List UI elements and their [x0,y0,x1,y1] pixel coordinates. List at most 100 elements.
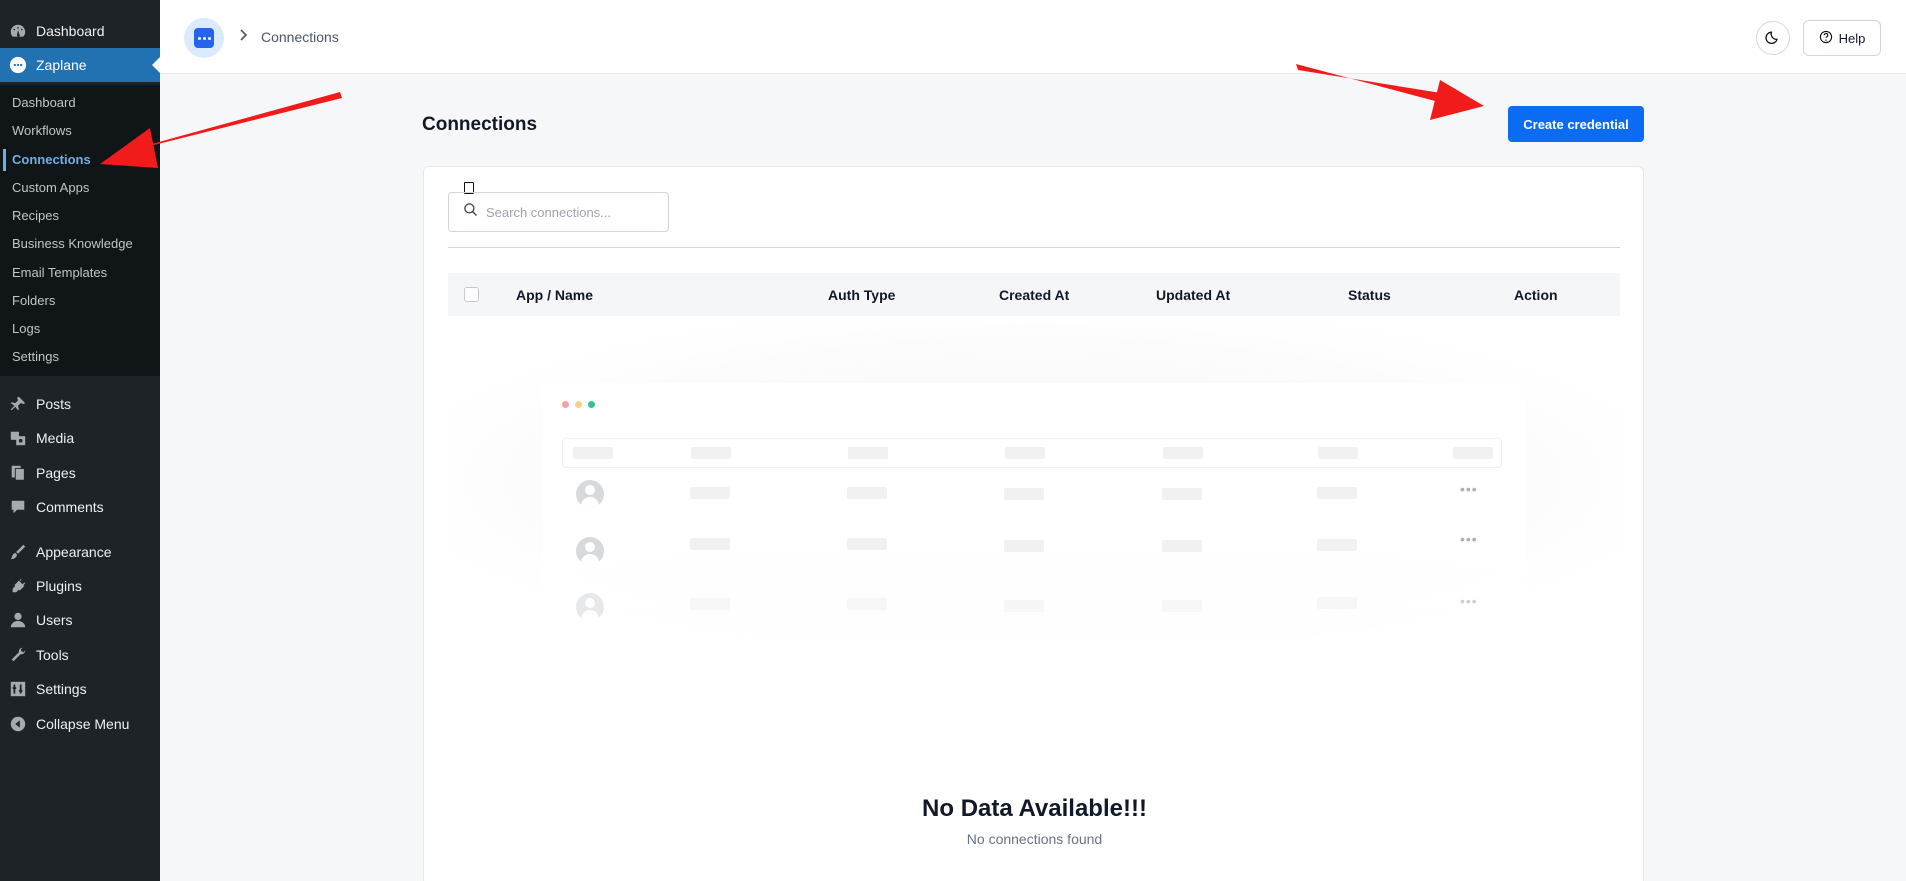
placeholder-bar [1004,488,1044,500]
help-circle-icon [1819,30,1833,47]
select-all-checkbox[interactable] [464,287,479,302]
admin-sidebar: Dashboard Zaplane Dashboard Workflows Co… [0,0,160,881]
placeholder-bar [1004,600,1044,612]
window-dot-green [588,401,595,408]
sidebar-item-media[interactable]: Media [0,421,160,455]
empty-state-subtitle: No connections found [966,831,1103,847]
sidebar-item-label: Users [36,612,73,628]
sidebar-item-label: Media [36,430,75,446]
sidebar-item-label: Comments [36,499,104,515]
mock-table: ••• ••• ••• [542,383,1526,643]
placeholder-bar [1317,487,1357,499]
placeholder-bar [1317,539,1357,551]
placeholder-bar [690,487,730,499]
active-indicator [3,149,6,171]
more-dots-icon: ••• [1460,593,1478,609]
sidebar-item-label: Appearance [36,544,112,560]
mock-header-row [562,438,1502,468]
submenu-logs[interactable]: Logs [12,319,40,339]
placeholder-bar [690,538,730,550]
submenu-folders[interactable]: Folders [12,291,55,311]
column-created-at[interactable]: Created At [999,287,1069,303]
submenu-dashboard[interactable]: Dashboard [12,93,76,113]
sidebar-item-plugins[interactable]: Plugins [0,569,160,603]
collapse-menu-button[interactable]: Collapse Menu [0,707,160,741]
avatar-placeholder-icon [576,537,604,565]
dark-mode-toggle[interactable] [1756,21,1790,55]
sidebar-item-label: Zaplane [36,57,87,73]
avatar-placeholder-icon [576,593,604,621]
placeholder-bar [1005,447,1045,459]
more-dots-icon: ••• [1460,481,1478,497]
placeholder-bar [847,487,887,499]
submenu-email-templates[interactable]: Email Templates [12,263,107,283]
submenu-business-knowledge[interactable]: Business Knowledge [12,234,133,254]
moon-icon [1765,29,1781,48]
submenu-recipes[interactable]: Recipes [12,206,59,226]
connections-card: App / Name Auth Type Created At Updated … [423,166,1644,881]
more-dots-icon: ••• [1460,531,1478,547]
sidebar-item-label: Collapse Menu [36,716,130,732]
placeholder-bar [1317,597,1357,609]
sidebar-item-label: Posts [36,396,72,412]
sidebar-item-comments[interactable]: Comments [0,490,160,524]
placeholder-bar [1453,447,1493,459]
placeholder-bar [691,447,731,459]
wrench-icon [0,646,36,664]
empty-state-illustration: ••• ••• ••• [448,320,1620,643]
help-label: Help [1838,30,1866,46]
sidebar-item-pages[interactable]: Pages [0,456,160,490]
placeholder-bar [1004,540,1044,552]
search-box[interactable] [448,192,669,232]
collapse-icon [0,715,36,733]
submenu-workflows[interactable]: Workflows [12,121,72,141]
sidebar-item-dashboard[interactable]: Dashboard [0,14,160,48]
column-auth-type[interactable]: Auth Type [828,287,895,303]
chevron-right-icon [238,28,248,44]
submenu-custom-apps[interactable]: Custom Apps [12,178,89,198]
column-action[interactable]: Action [1514,287,1558,303]
sidebar-item-users[interactable]: Users [0,603,160,637]
table-header: App / Name Auth Type Created At Updated … [448,273,1620,316]
brush-icon [0,543,36,561]
sidebar-item-zaplane[interactable]: Zaplane [0,48,160,82]
zaplane-submenu: Dashboard Workflows Connections Custom A… [0,85,160,376]
sidebar-item-label: Pages [36,465,76,481]
app-logo[interactable] [184,18,224,58]
sidebar-item-settings[interactable]: Settings [0,672,160,706]
placeholder-bar [1162,488,1202,500]
settings-icon [0,680,36,698]
top-bar: Connections Help [160,0,1906,74]
sidebar-item-tools[interactable]: Tools [0,638,160,672]
placeholder-bar [1163,447,1203,459]
create-credential-button[interactable]: Create credential [1508,106,1644,142]
sidebar-item-label: Settings [36,681,87,697]
breadcrumb: Connections [261,29,339,45]
comment-icon [0,498,36,516]
window-dot-yellow [575,401,582,408]
divider [448,247,1620,248]
sidebar-item-appearance[interactable]: Appearance [0,535,160,569]
placeholder-bar [1318,447,1358,459]
sidebar-item-posts[interactable]: Posts [0,387,160,421]
page-title: Connections [422,114,538,135]
column-app-name[interactable]: App / Name [516,287,593,303]
placeholder-bar [690,598,730,610]
zaplane-logo-icon [194,28,214,48]
plug-icon [0,577,36,595]
placeholder-bar [847,598,887,610]
submenu-settings[interactable]: Settings [12,347,59,367]
placeholder-bar [1162,600,1202,612]
sidebar-item-label: Dashboard [36,23,105,39]
help-button[interactable]: Help [1803,20,1881,56]
submenu-connections[interactable]: Connections [12,150,91,170]
placeholder-bar [847,538,887,550]
search-input[interactable] [486,204,656,220]
column-status[interactable]: Status [1348,287,1391,303]
dashboard-icon [0,22,36,40]
column-updated-at[interactable]: Updated At [1156,287,1230,303]
search-icon [463,202,478,222]
sidebar-item-label: Plugins [36,578,82,594]
placeholder-bar [848,447,888,459]
window-dot-red [562,401,569,408]
